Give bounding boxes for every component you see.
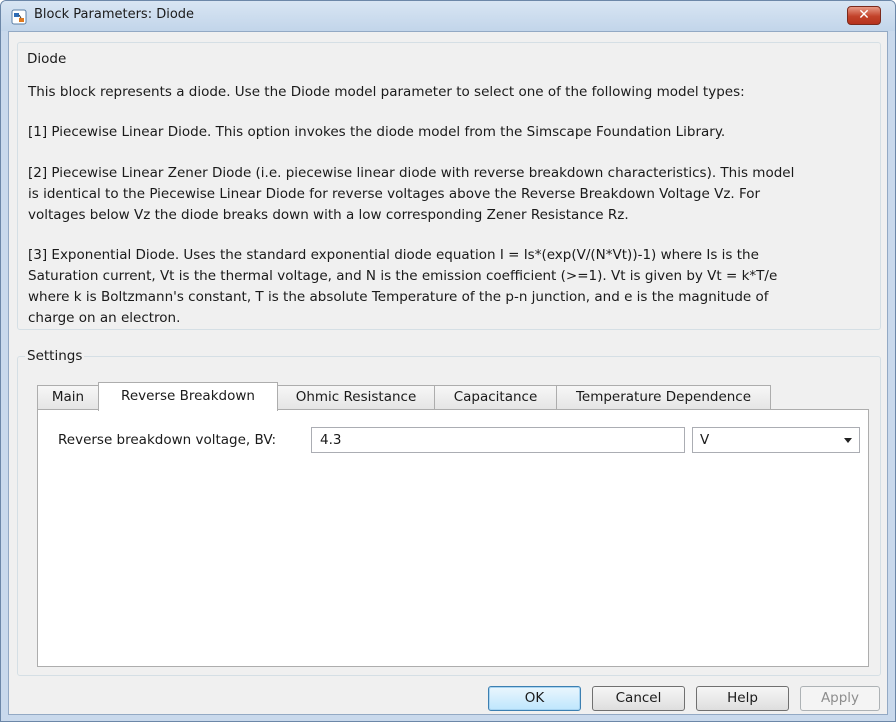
- dialog-window: Block Parameters: Diode ✕ Diode This blo…: [0, 0, 896, 722]
- description-model-3-line-1: [3] Exponential Diode. Uses the standard…: [28, 247, 759, 263]
- description-model-1: [1] Piecewise Linear Diode. This option …: [28, 124, 726, 140]
- breakdown-voltage-input[interactable]: [311, 427, 685, 453]
- help-button[interactable]: Help: [696, 686, 789, 711]
- description-model-2-line-2: is identical to the Piecewise Linear Dio…: [28, 186, 761, 202]
- simulink-block-icon: [11, 9, 27, 25]
- dropdown-arrow-icon: [844, 438, 852, 443]
- description-model-2-line-1: [2] Piecewise Linear Zener Diode (i.e. p…: [28, 165, 795, 181]
- tab-ohmic-resistance[interactable]: Ohmic Resistance: [277, 385, 435, 410]
- tab-main[interactable]: Main: [37, 385, 99, 410]
- cancel-button[interactable]: Cancel: [592, 686, 685, 711]
- description-model-3-line-2: Saturation current, Vt is the thermal vo…: [28, 268, 778, 284]
- diode-group-label: Diode: [25, 51, 69, 67]
- tab-temperature-dependence[interactable]: Temperature Dependence: [556, 385, 771, 410]
- description-model-2-line-3: voltages below Vz the diode breaks down …: [28, 207, 629, 223]
- reverse-breakdown-panel: Reverse breakdown voltage, BV: V: [37, 409, 869, 667]
- title-bar[interactable]: Block Parameters: Diode ✕: [1, 1, 895, 31]
- close-button[interactable]: ✕: [847, 6, 881, 25]
- apply-button[interactable]: Apply: [800, 686, 880, 711]
- window-title: Block Parameters: Diode: [34, 7, 195, 22]
- tab-capacitance[interactable]: Capacitance: [434, 385, 557, 410]
- unit-selected-value: V: [700, 432, 710, 448]
- description-model-3-line-4: charge on an electron.: [28, 310, 181, 326]
- description-model-3-line-3: where k is Boltzmann's constant, T is th…: [28, 289, 769, 305]
- breakdown-voltage-label: Reverse breakdown voltage, BV:: [58, 432, 277, 448]
- description-intro: This block represents a diode. Use the D…: [28, 84, 745, 100]
- ok-button[interactable]: OK: [488, 686, 581, 711]
- dialog-client-area: Diode This block represents a diode. Use…: [8, 31, 888, 715]
- tab-reverse-breakdown[interactable]: Reverse Breakdown: [98, 382, 278, 411]
- settings-group-label: Settings: [25, 348, 85, 364]
- breakdown-voltage-unit-dropdown[interactable]: V: [692, 427, 860, 453]
